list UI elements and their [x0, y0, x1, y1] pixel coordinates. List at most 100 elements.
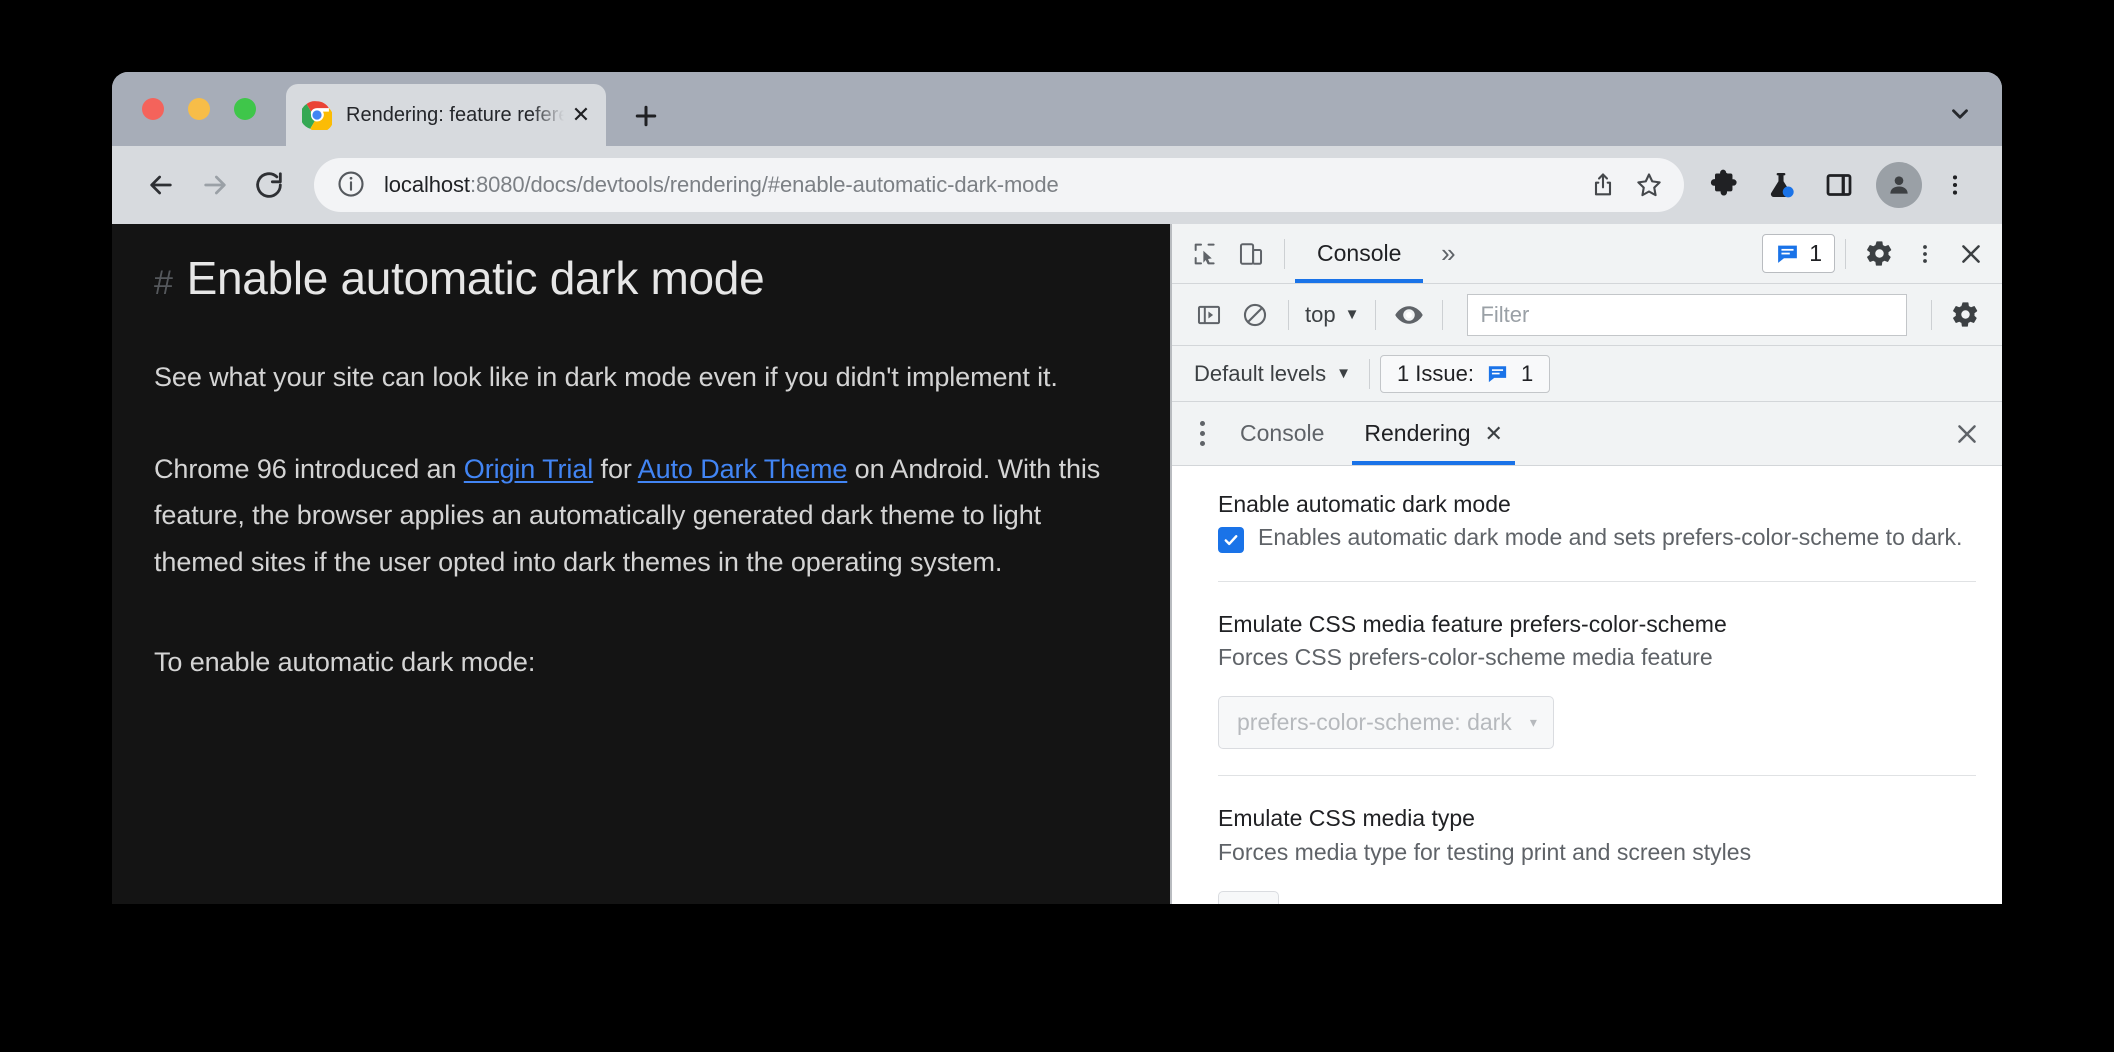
devtools-tab-console[interactable]: Console — [1295, 224, 1424, 283]
address-bar[interactable]: localhost:8080/docs/devtools/rendering/#… — [314, 158, 1684, 212]
star-icon[interactable] — [1626, 162, 1672, 208]
log-levels-label: Default levels — [1194, 360, 1327, 386]
content-area: # Enable automatic dark mode See what yo… — [112, 224, 2002, 904]
drawer-tab-rendering[interactable]: Rendering ✕ — [1344, 402, 1523, 465]
drawer-tab-bar: Console Rendering ✕ — [1172, 402, 2002, 466]
maximize-window-button[interactable] — [234, 98, 256, 120]
device-toolbar-icon[interactable] — [1228, 234, 1274, 274]
back-button[interactable] — [134, 158, 188, 212]
console-levels-bar: Default levels ▼ 1 Issue: 1 — [1172, 346, 2002, 402]
auto-dark-mode-checkbox[interactable] — [1218, 527, 1244, 554]
side-panel-icon[interactable] — [1814, 160, 1864, 210]
new-tab-button[interactable] — [626, 96, 666, 136]
chrome-browser-window: Rendering: feature reference - ✕ — [112, 72, 2002, 904]
url-path: :8080/docs/devtools/rendering/#enable-au… — [469, 172, 1059, 197]
reload-button[interactable] — [242, 158, 296, 212]
devtools-main-toolbar: Console » 1 — [1172, 224, 2002, 284]
gear-icon[interactable] — [1856, 234, 1902, 274]
devtools-panel: Console » 1 top ▼ Filter Default levels … — [1170, 224, 2002, 904]
clear-console-icon[interactable] — [1232, 295, 1278, 335]
filter-input[interactable]: Filter — [1467, 293, 1907, 336]
kebab-menu-icon[interactable] — [1902, 234, 1948, 274]
paragraph-text-part1: Chrome 96 introduced an — [154, 453, 464, 484]
origin-trial-link[interactable]: Origin Trial — [464, 454, 593, 484]
issues-summary-label: 1 Issue: — [1396, 360, 1474, 386]
chevron-down-icon[interactable] — [1938, 94, 1982, 134]
toolbar-divider-2 — [1845, 238, 1846, 269]
console-toolbar: top ▼ Filter — [1172, 284, 2002, 346]
inspect-element-icon[interactable] — [1182, 234, 1228, 274]
rendering-setting-prefers-color-scheme: Emulate CSS media feature prefers-color-… — [1172, 608, 2002, 750]
close-drawer-tab-rendering-button[interactable]: ✕ — [1485, 421, 1503, 447]
close-window-button[interactable] — [142, 98, 164, 120]
browser-toolbar: localhost:8080/docs/devtools/rendering/#… — [112, 146, 2002, 224]
setting-title: Emulate CSS media feature prefers-color-… — [1218, 610, 1727, 637]
close-drawer-icon[interactable] — [1944, 414, 1990, 454]
kebab-menu-icon[interactable] — [1930, 160, 1980, 210]
heading-anchor-link[interactable]: # — [154, 262, 173, 305]
setting-description: Forces media type for testing print and … — [1218, 838, 1752, 865]
rendering-setting-media-type: Emulate CSS media type Forces media type… — [1172, 802, 2002, 904]
prefers-color-scheme-select[interactable]: prefers-color-scheme: dark ▾ — [1218, 696, 1554, 750]
rendering-panel: Enable automatic dark mode Enables autom… — [1172, 466, 2002, 904]
info-circle-icon[interactable] — [336, 169, 368, 201]
log-levels-selector[interactable]: Default levels ▼ — [1186, 361, 1359, 387]
setting-title: Emulate CSS media type — [1218, 805, 1475, 832]
paragraph-text-part2: for — [593, 453, 638, 484]
issue-message-icon — [1486, 362, 1509, 385]
rendering-divider — [1218, 580, 1976, 582]
drawer-menu-icon[interactable] — [1184, 414, 1220, 454]
console-sidebar-icon[interactable] — [1186, 295, 1232, 335]
window-controls — [142, 98, 256, 120]
extensions-icon[interactable] — [1698, 160, 1748, 210]
issues-count: 1 — [1809, 240, 1822, 266]
close-icon[interactable] — [1948, 234, 1994, 274]
minimize-window-button[interactable] — [188, 98, 210, 120]
console-toolbar-divider-4 — [1931, 299, 1932, 330]
forward-button[interactable] — [188, 158, 242, 212]
issues-summary-button[interactable]: 1 Issue: 1 — [1379, 354, 1551, 393]
auto-dark-theme-link[interactable]: Auto Dark Theme — [638, 454, 848, 484]
execution-context-selector[interactable]: top ▼ — [1299, 302, 1365, 328]
page-title: # Enable automatic dark mode — [154, 250, 1126, 308]
tab-strip: Rendering: feature reference - ✕ — [112, 72, 2002, 146]
live-expression-icon[interactable] — [1386, 295, 1432, 335]
rendering-setting-auto-dark-mode: Enable automatic dark mode Enables autom… — [1172, 488, 2002, 555]
screenshot-root: Rendering: feature reference - ✕ — [0, 0, 2114, 1052]
drawer-tab-rendering-label: Rendering — [1364, 420, 1471, 446]
issues-badge-button[interactable]: 1 — [1762, 234, 1835, 273]
console-toolbar-divider-3 — [1442, 299, 1444, 330]
issues-summary-count: 1 — [1520, 360, 1534, 386]
page-title-text: Enable automatic dark mode — [186, 252, 765, 304]
toolbar-divider — [1284, 238, 1285, 269]
prefers-color-scheme-value: prefers-color-scheme: dark — [1237, 709, 1512, 736]
url-text: localhost:8080/docs/devtools/rendering/#… — [384, 172, 1580, 198]
devtools-tabs-overflow-button[interactable]: » — [1423, 234, 1473, 274]
setting-description: Enables automatic dark mode and sets pre… — [1258, 524, 1963, 551]
tab-title: Rendering: feature reference - — [346, 103, 564, 126]
chevron-down-icon: ▼ — [1344, 306, 1360, 323]
media-type-select[interactable]: ▾ — [1218, 891, 1280, 904]
drawer-tab-console-label: Console — [1240, 420, 1325, 446]
web-page-content: # Enable automatic dark mode See what yo… — [112, 224, 1170, 904]
paragraph-intro: See what your site can look like in dark… — [154, 361, 1058, 392]
paragraph-origin-trial: Chrome 96 introduced an Origin Trial for… — [154, 446, 1126, 585]
close-tab-button[interactable]: ✕ — [564, 98, 598, 132]
browser-tab[interactable]: Rendering: feature reference - ✕ — [286, 84, 606, 146]
execution-context-label: top — [1305, 301, 1336, 327]
flask-icon[interactable] — [1756, 160, 1806, 210]
console-toolbar-divider — [1288, 299, 1289, 330]
setting-row[interactable]: Enables automatic dark mode and sets pre… — [1218, 521, 1976, 554]
chevron-down-icon: ▼ — [1336, 365, 1351, 382]
console-toolbar-divider-2 — [1375, 299, 1377, 330]
chrome-logo-icon — [302, 100, 332, 130]
paragraph-to-enable: To enable automatic dark mode: — [154, 647, 536, 678]
drawer-tab-console[interactable]: Console — [1220, 402, 1344, 465]
avatar[interactable] — [1876, 162, 1922, 208]
gear-icon[interactable] — [1942, 295, 1988, 335]
rendering-divider-2 — [1218, 775, 1976, 777]
setting-description: Forces CSS prefers-color-scheme media fe… — [1218, 644, 1713, 671]
share-icon[interactable] — [1580, 162, 1626, 208]
chevron-down-icon: ▾ — [1529, 714, 1537, 731]
issue-message-icon — [1775, 241, 1800, 266]
